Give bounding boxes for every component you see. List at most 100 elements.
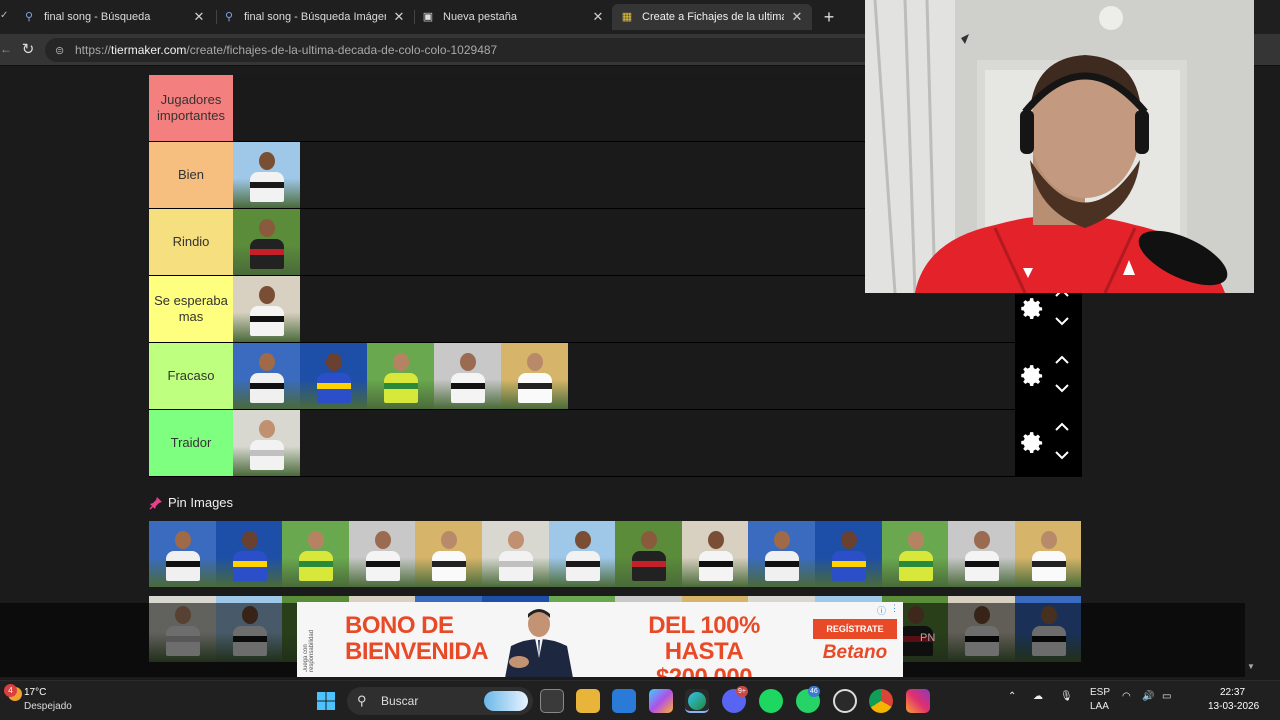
volume-icon[interactable]: 🔊	[1142, 691, 1154, 702]
url-host: tiermaker.com	[111, 43, 187, 57]
pin-image[interactable]	[681, 521, 749, 587]
obs-icon[interactable]	[833, 689, 857, 713]
tier-item-image[interactable]	[233, 410, 300, 476]
tier-label[interactable]: Bien	[149, 142, 233, 208]
tab-edge-chevron-icon[interactable]: ✓	[0, 10, 8, 21]
chevron-up-icon[interactable]	[1055, 422, 1069, 432]
discord-badge: 9+	[736, 686, 748, 697]
tier-label[interactable]: Jugadores importantes	[149, 75, 233, 141]
screen: { "browser": { "tabs": [ {"title": "fina…	[0, 0, 1280, 720]
tier-item-image[interactable]	[233, 209, 300, 275]
tab-nueva-pestana[interactable]: ▣ Nueva pestaña ✕	[413, 4, 613, 30]
register-button[interactable]: REGÍSTRATE	[813, 619, 897, 639]
keyboard-layout[interactable]: LAA	[1090, 701, 1109, 712]
edge-icon[interactable]	[685, 689, 709, 713]
spotify-icon[interactable]	[759, 689, 783, 713]
pin-image[interactable]	[348, 521, 416, 587]
tier-item-image[interactable]	[233, 276, 300, 342]
copilot-icon[interactable]	[649, 689, 673, 713]
search-icon: ⚲	[357, 693, 367, 708]
reload-icon[interactable]: ↻	[19, 41, 37, 59]
close-icon[interactable]: ✕	[392, 9, 406, 25]
gear-icon[interactable]	[1019, 430, 1045, 456]
tier-item-image[interactable]	[367, 343, 434, 409]
close-icon[interactable]: ✕	[790, 9, 804, 25]
tab-title: final song - Búsqueda	[44, 11, 151, 23]
tab-final-song-imagenes[interactable]: ⚲ final song - Búsqueda Imágenes ✕	[214, 4, 414, 30]
clock-time[interactable]: 22:37	[1220, 687, 1245, 698]
pin-image[interactable]	[1014, 521, 1082, 587]
chrome-icon[interactable]	[869, 689, 893, 713]
task-view-icon[interactable]	[540, 689, 564, 713]
tier-item-image[interactable]	[300, 343, 367, 409]
tier-row: Fracaso	[149, 343, 1082, 410]
chevron-down-icon[interactable]	[1055, 383, 1069, 393]
onedrive-icon[interactable]: ☁	[1033, 691, 1043, 702]
windows-start-icon[interactable]	[316, 691, 336, 711]
search-icon: ⚲	[24, 11, 34, 23]
instagram-icon[interactable]	[906, 689, 930, 713]
tier-label[interactable]: Se esperaba mas	[149, 276, 233, 342]
pin-image[interactable]	[282, 521, 349, 587]
tier-label[interactable]: Traidor	[149, 410, 233, 476]
tier-item-image[interactable]	[233, 343, 300, 409]
close-icon[interactable]: ✕	[591, 9, 605, 25]
pin-image[interactable]	[481, 521, 549, 587]
clock-date[interactable]: 13-03-2026	[1208, 701, 1259, 712]
weather-badge: 4	[4, 684, 17, 697]
pin-images-label: Pin Images	[168, 495, 234, 510]
pin-image[interactable]	[215, 521, 283, 587]
microphone-icon[interactable]: 🎙	[1060, 691, 1073, 702]
tier-item-image[interactable]	[434, 343, 501, 409]
language-code[interactable]: ESP	[1090, 687, 1110, 698]
close-icon[interactable]: ✕	[192, 9, 206, 25]
battery-icon[interactable]: ▭	[1162, 691, 1171, 702]
pin-image[interactable]	[149, 521, 216, 587]
pin-image[interactable]	[548, 521, 616, 587]
ad-info-icon[interactable]: ⓘ	[877, 604, 886, 617]
tier-label[interactable]: Rindio	[149, 209, 233, 275]
tier-items-dropzone[interactable]	[233, 343, 1015, 409]
tier-controls	[1015, 343, 1082, 409]
chevron-down-icon[interactable]	[1055, 450, 1069, 460]
tab-tiermaker[interactable]: ▦ Create a Fichajes de la ultima deca ✕	[612, 4, 812, 30]
tier-item-image[interactable]	[501, 343, 568, 409]
search-highlight-image	[484, 691, 528, 711]
wifi-icon[interactable]: ◠	[1122, 691, 1131, 702]
back-arrow-icon[interactable]: ←	[0, 42, 12, 56]
gear-icon[interactable]	[1019, 363, 1045, 389]
tier-label[interactable]: Fracaso	[149, 343, 233, 409]
search-icon: ⚲	[224, 11, 234, 23]
store-icon[interactable]	[612, 689, 636, 713]
tier-items-dropzone[interactable]	[233, 410, 1015, 476]
gear-icon[interactable]	[1019, 296, 1045, 322]
weather-condition[interactable]: Despejado	[24, 701, 72, 712]
scroll-down-icon[interactable]: ▼	[1247, 662, 1255, 671]
pin-image[interactable]	[415, 521, 482, 587]
pin-image[interactable]	[615, 521, 682, 587]
new-tab-plus-icon[interactable]: +	[818, 6, 840, 28]
site-info-icon[interactable]: ⊜	[55, 44, 69, 57]
url-prefix: https://	[75, 43, 112, 57]
tab-final-song-busqueda[interactable]: ⚲ final song - Búsqueda ✕	[14, 4, 214, 30]
ad-close-icon[interactable]: ⋮	[890, 603, 899, 614]
tab-title: final song - Búsqueda Imágenes	[244, 11, 386, 23]
pin-icon	[149, 496, 162, 510]
webcam-feed	[865, 0, 1254, 293]
ad-headline-line2: BIENVENIDA	[345, 638, 489, 665]
tier-item-image[interactable]	[233, 142, 300, 208]
pin-image[interactable]	[948, 521, 1015, 587]
pin-image[interactable]	[748, 521, 815, 587]
chevron-down-icon[interactable]	[1055, 316, 1069, 326]
chevron-up-icon[interactable]	[1055, 355, 1069, 365]
betano-ad-banner[interactable]: Juega con responsabilidad BONO DE BIENVE…	[297, 602, 903, 677]
pin-image[interactable]	[881, 521, 949, 587]
file-explorer-icon[interactable]	[576, 689, 600, 713]
tray-chevron-icon[interactable]: ⌃	[1008, 691, 1016, 702]
ad-promo: DEL 100% HASTA $200.000	[609, 613, 799, 678]
pin-image[interactable]	[814, 521, 882, 587]
url-path: /create/fichajes-de-la-ultima-decada-de-…	[186, 43, 498, 57]
page-scrollbar[interactable]	[1262, 67, 1280, 677]
weather-temperature[interactable]: 17°C	[24, 687, 46, 698]
url-field[interactable]: ⊜ https://tiermaker.com/create/fichajes-…	[45, 38, 875, 62]
